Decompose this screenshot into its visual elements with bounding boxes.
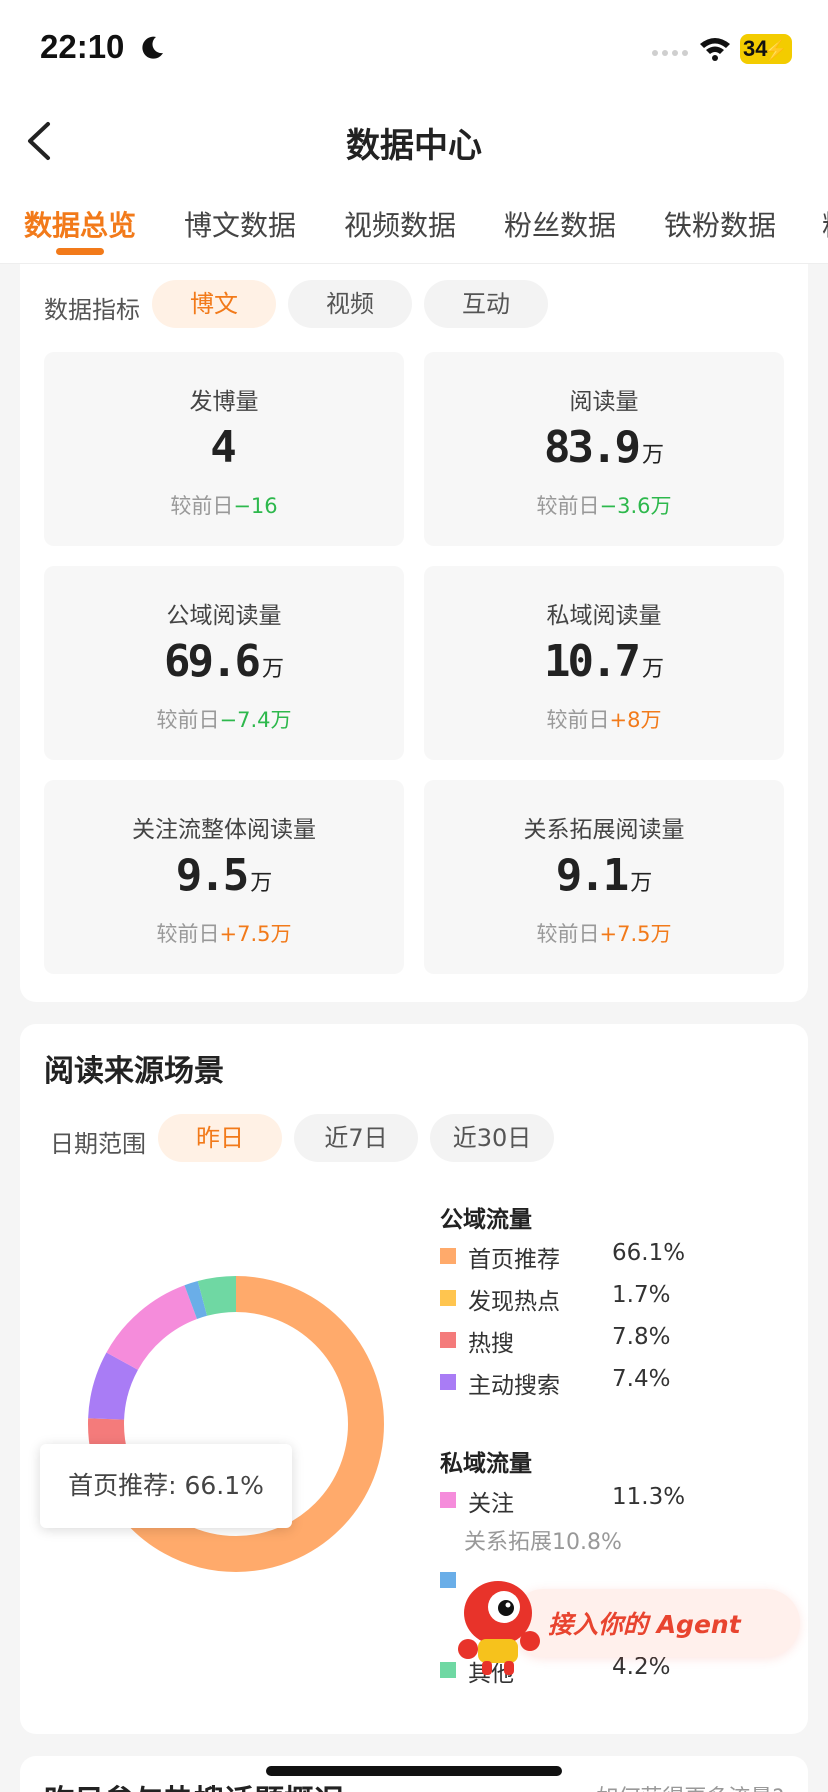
read-source-card: 阅读来源场景 日期范围 昨日 近7日 近30日 首页推荐: 66.1% 公域流量… xyxy=(20,1024,808,1734)
wifi-icon xyxy=(700,38,730,61)
home-indicator xyxy=(266,1766,562,1776)
legend-sub-relation: 关系拓展10.8% xyxy=(464,1530,622,1555)
filter-video-pill[interactable]: 视频 xyxy=(288,280,412,328)
metric-relation-reads[interactable]: 关系拓展阅读量 9.1 万 较前日+7.5万 xyxy=(424,780,784,974)
metric-change: 较前日+8万 xyxy=(546,708,662,732)
legend-item-hot-search[interactable]: 热搜 7.8% xyxy=(440,1324,740,1358)
metric-private-reads[interactable]: 私域阅读量 10.7 万 较前日+8万 xyxy=(424,566,784,760)
tab-overview[interactable]: 数据总览 xyxy=(24,204,136,244)
metric-change: 较前日−7.4万 xyxy=(156,708,292,732)
legend-item-follow[interactable]: 关注 11.3% xyxy=(440,1484,740,1518)
agent-label: 接入你的 Agent xyxy=(548,1610,741,1639)
nav-bar: 数据中心 xyxy=(0,100,828,180)
legend-swatch xyxy=(440,1374,456,1390)
metric-label: 公域阅读量 xyxy=(166,603,282,629)
filter-post-pill[interactable]: 博文 xyxy=(152,280,276,328)
metric-label: 私域阅读量 xyxy=(546,603,662,629)
metric-value: 9.1 万 xyxy=(555,850,653,901)
metric-label: 关注流整体阅读量 xyxy=(132,817,316,843)
tab-more[interactable]: 粉 xyxy=(822,204,828,244)
range-yesterday-pill[interactable]: 昨日 xyxy=(158,1114,282,1162)
section-title: 阅读来源场景 xyxy=(44,1054,224,1089)
metric-value: 9.5 万 xyxy=(175,850,273,901)
legend-swatch xyxy=(440,1290,456,1306)
metric-value: 4 xyxy=(210,422,236,473)
range-7d-pill[interactable]: 近7日 xyxy=(294,1114,418,1162)
legend-swatch xyxy=(440,1248,456,1264)
metric-value: 69.6 万 xyxy=(164,636,284,687)
mascot-icon xyxy=(458,1581,540,1675)
metric-change: 较前日−16 xyxy=(170,494,278,518)
hot-topic-title: 昨日参与热搜话题概况 xyxy=(44,1776,344,1792)
tab-video-data[interactable]: 视频数据 xyxy=(344,204,456,244)
active-tab-indicator xyxy=(56,248,104,255)
metrics-card: 数据指标 博文 视频 互动 发博量 4 较前日−16 阅读量 83.9 万 较前日… xyxy=(20,264,808,1002)
legend-private-title: 私域流量 xyxy=(440,1451,532,1477)
tab-bar: 数据总览 博文数据 视频数据 粉丝数据 铁粉数据 粉 xyxy=(0,180,828,264)
date-range-label: 日期范围 xyxy=(50,1130,146,1158)
metric-post-count[interactable]: 发博量 4 较前日−16 xyxy=(44,352,404,546)
chart-tooltip: 首页推荐: 66.1% xyxy=(40,1444,292,1528)
agent-promo-button[interactable]: 接入你的 Agent xyxy=(450,1569,806,1675)
legend-item-active-search[interactable]: 主动搜索 7.4% xyxy=(440,1366,740,1400)
legend-swatch xyxy=(440,1492,456,1508)
status-time: 22:10 xyxy=(40,28,125,65)
tab-post-data[interactable]: 博文数据 xyxy=(184,204,296,244)
moon-icon xyxy=(142,36,163,59)
page-title: 数据中心 xyxy=(346,126,482,166)
tab-iron-fans-data[interactable]: 铁粉数据 xyxy=(664,204,776,244)
traffic-help-link[interactable]: 如何获得更多流量? xyxy=(596,1780,784,1792)
metric-value: 83.9 万 xyxy=(544,422,664,473)
legend-swatch xyxy=(440,1332,456,1348)
range-30d-pill[interactable]: 近30日 xyxy=(430,1114,554,1162)
legend-item-discover[interactable]: 发现热点 1.7% xyxy=(440,1282,740,1316)
source-donut-chart[interactable] xyxy=(76,1264,396,1584)
metric-public-reads[interactable]: 公域阅读量 69.6 万 较前日−7.4万 xyxy=(44,566,404,760)
metric-change: 较前日+7.5万 xyxy=(536,922,672,946)
metric-label: 发博量 xyxy=(189,389,259,415)
metric-change: 较前日−3.6万 xyxy=(536,494,672,518)
legend-item-homepage[interactable]: 首页推荐 66.1% xyxy=(440,1240,740,1274)
filter-interaction-pill[interactable]: 互动 xyxy=(424,280,548,328)
metric-label: 关系拓展阅读量 xyxy=(523,817,685,843)
metric-read-count[interactable]: 阅读量 83.9 万 较前日−3.6万 xyxy=(424,352,784,546)
battery-icon: 34 ⚡ xyxy=(740,34,792,64)
metric-value: 10.7 万 xyxy=(544,636,664,687)
metric-follow-feed-reads[interactable]: 关注流整体阅读量 9.5 万 较前日+7.5万 xyxy=(44,780,404,974)
metric-filter-label: 数据指标 xyxy=(44,296,140,324)
metric-change: 较前日+7.5万 xyxy=(156,922,292,946)
status-bar: 22:10 34 ⚡ xyxy=(0,0,828,100)
metric-label: 阅读量 xyxy=(569,389,639,415)
cellular-signal-icon xyxy=(652,50,688,56)
legend-public-title: 公域流量 xyxy=(440,1207,532,1233)
tab-fans-data[interactable]: 粉丝数据 xyxy=(504,204,616,244)
